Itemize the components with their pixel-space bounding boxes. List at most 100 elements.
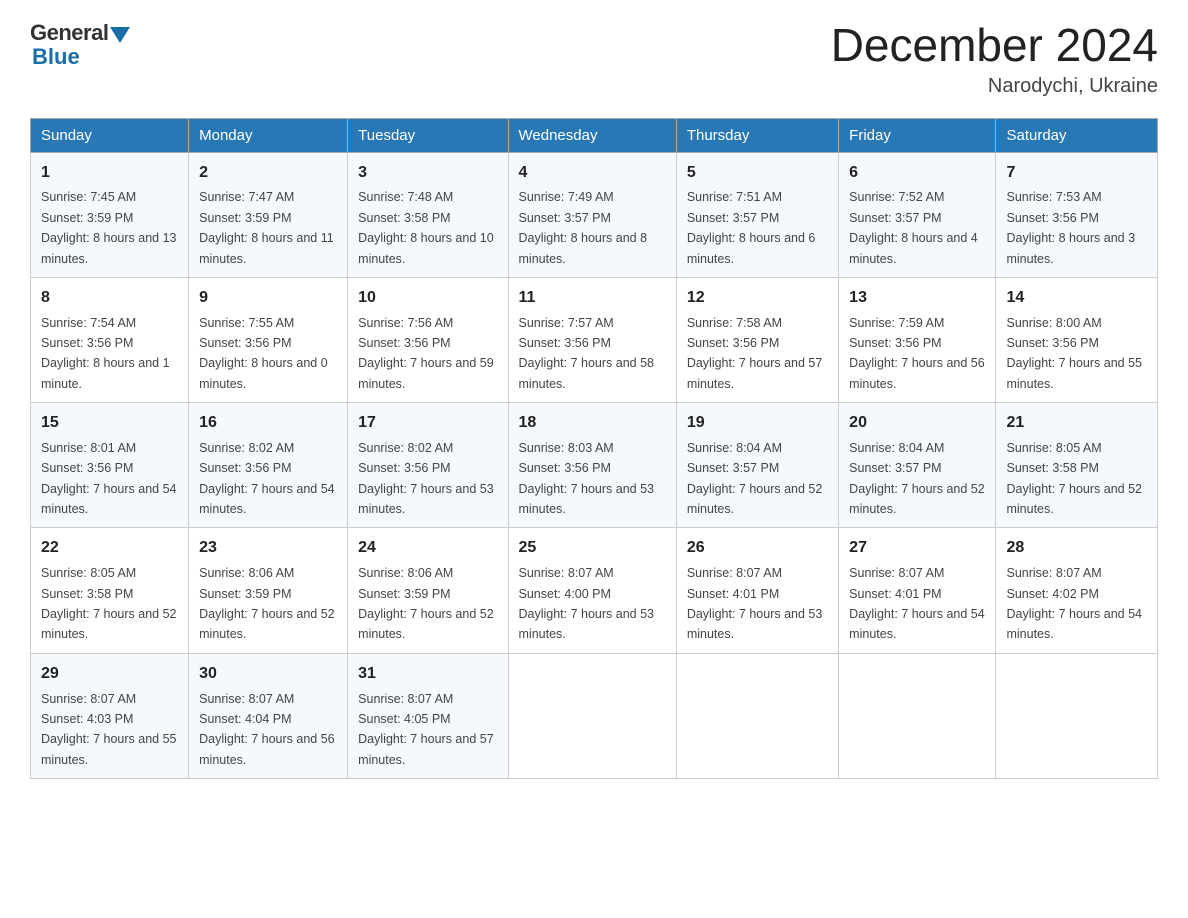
- day-info: Sunrise: 8:06 AMSunset: 3:59 PMDaylight:…: [199, 566, 335, 641]
- day-info: Sunrise: 8:05 AMSunset: 3:58 PMDaylight:…: [41, 566, 177, 641]
- calendar-cell: 13 Sunrise: 7:59 AMSunset: 3:56 PMDayligh…: [839, 277, 996, 402]
- calendar-cell: 12 Sunrise: 7:58 AMSunset: 3:56 PMDayligh…: [676, 277, 838, 402]
- calendar-cell: 31 Sunrise: 8:07 AMSunset: 4:05 PMDayligh…: [348, 653, 508, 778]
- day-info: Sunrise: 7:58 AMSunset: 3:56 PMDaylight:…: [687, 316, 823, 391]
- day-info: Sunrise: 7:53 AMSunset: 3:56 PMDaylight:…: [1006, 190, 1135, 265]
- day-info: Sunrise: 8:05 AMSunset: 3:58 PMDaylight:…: [1006, 441, 1142, 516]
- calendar-cell: 20 Sunrise: 8:04 AMSunset: 3:57 PMDayligh…: [839, 403, 996, 528]
- calendar-week-row: 29 Sunrise: 8:07 AMSunset: 4:03 PMDayligh…: [31, 653, 1158, 778]
- logo-arrow-icon: [110, 27, 130, 43]
- calendar-cell: 27Sunrise: 8:07 AMSunset: 4:01 PMDayligh…: [839, 528, 996, 653]
- calendar-cell: 23 Sunrise: 8:06 AMSunset: 3:59 PMDayligh…: [189, 528, 348, 653]
- calendar-header-row: SundayMondayTuesdayWednesdayThursdayFrid…: [31, 118, 1158, 152]
- day-info: Sunrise: 8:01 AMSunset: 3:56 PMDaylight:…: [41, 441, 177, 516]
- calendar-cell: [839, 653, 996, 778]
- page-header: General Blue December 2024 Narodychi, Uk…: [30, 20, 1158, 98]
- day-number: 13: [849, 286, 985, 311]
- day-number: 25: [519, 536, 666, 561]
- day-number: 14: [1006, 286, 1147, 311]
- day-number: 3: [358, 161, 497, 186]
- day-info: Sunrise: 8:04 AMSunset: 3:57 PMDaylight:…: [849, 441, 985, 516]
- day-info: Sunrise: 7:48 AMSunset: 3:58 PMDaylight:…: [358, 190, 494, 265]
- logo: General Blue: [30, 20, 130, 70]
- day-info: Sunrise: 8:07 AMSunset: 4:03 PMDaylight:…: [41, 692, 177, 767]
- day-number: 29: [41, 662, 178, 687]
- calendar-cell: 10Sunrise: 7:56 AMSunset: 3:56 PMDayligh…: [348, 277, 508, 402]
- day-info: Sunrise: 8:07 AMSunset: 4:00 PMDaylight:…: [519, 566, 655, 641]
- day-info: Sunrise: 8:07 AMSunset: 4:01 PMDaylight:…: [687, 566, 823, 641]
- day-info: Sunrise: 7:59 AMSunset: 3:56 PMDaylight:…: [849, 316, 985, 391]
- header-thursday: Thursday: [676, 118, 838, 152]
- location-subtitle: Narodychi, Ukraine: [831, 75, 1158, 98]
- day-info: Sunrise: 7:56 AMSunset: 3:56 PMDaylight:…: [358, 316, 494, 391]
- day-number: 9: [199, 286, 337, 311]
- calendar-cell: 18 Sunrise: 8:03 AMSunset: 3:56 PMDayligh…: [508, 403, 676, 528]
- day-info: Sunrise: 8:07 AMSunset: 4:02 PMDaylight:…: [1006, 566, 1142, 641]
- calendar-cell: 7 Sunrise: 7:53 AMSunset: 3:56 PMDaylight…: [996, 152, 1158, 277]
- header-saturday: Saturday: [996, 118, 1158, 152]
- day-number: 4: [519, 161, 666, 186]
- calendar-week-row: 1Sunrise: 7:45 AMSunset: 3:59 PMDaylight…: [31, 152, 1158, 277]
- header-monday: Monday: [189, 118, 348, 152]
- calendar-cell: 25 Sunrise: 8:07 AMSunset: 4:00 PMDayligh…: [508, 528, 676, 653]
- calendar-cell: 14 Sunrise: 8:00 AMSunset: 3:56 PMDayligh…: [996, 277, 1158, 402]
- calendar-cell: 3 Sunrise: 7:48 AMSunset: 3:58 PMDaylight…: [348, 152, 508, 277]
- calendar-cell: 26 Sunrise: 8:07 AMSunset: 4:01 PMDayligh…: [676, 528, 838, 653]
- logo-blue-text: Blue: [32, 44, 80, 70]
- day-number: 15: [41, 411, 178, 436]
- day-info: Sunrise: 8:02 AMSunset: 3:56 PMDaylight:…: [199, 441, 335, 516]
- day-number: 17: [358, 411, 497, 436]
- header-sunday: Sunday: [31, 118, 189, 152]
- day-number: 21: [1006, 411, 1147, 436]
- day-number: 8: [41, 286, 178, 311]
- day-info: Sunrise: 8:00 AMSunset: 3:56 PMDaylight:…: [1006, 316, 1142, 391]
- calendar-cell: 5 Sunrise: 7:51 AMSunset: 3:57 PMDaylight…: [676, 152, 838, 277]
- calendar-cell: 22Sunrise: 8:05 AMSunset: 3:58 PMDayligh…: [31, 528, 189, 653]
- calendar-cell: 19 Sunrise: 8:04 AMSunset: 3:57 PMDayligh…: [676, 403, 838, 528]
- header-wednesday: Wednesday: [508, 118, 676, 152]
- calendar-week-row: 22Sunrise: 8:05 AMSunset: 3:58 PMDayligh…: [31, 528, 1158, 653]
- calendar-cell: 24Sunrise: 8:06 AMSunset: 3:59 PMDayligh…: [348, 528, 508, 653]
- calendar-cell: 16 Sunrise: 8:02 AMSunset: 3:56 PMDayligh…: [189, 403, 348, 528]
- day-info: Sunrise: 8:06 AMSunset: 3:59 PMDaylight:…: [358, 566, 494, 641]
- calendar-table: SundayMondayTuesdayWednesdayThursdayFrid…: [30, 118, 1158, 779]
- day-number: 12: [687, 286, 828, 311]
- day-info: Sunrise: 8:02 AMSunset: 3:56 PMDaylight:…: [358, 441, 494, 516]
- day-number: 31: [358, 662, 497, 687]
- day-number: 1: [41, 161, 178, 186]
- calendar-cell: 1Sunrise: 7:45 AMSunset: 3:59 PMDaylight…: [31, 152, 189, 277]
- calendar-cell: 15 Sunrise: 8:01 AMSunset: 3:56 PMDayligh…: [31, 403, 189, 528]
- day-info: Sunrise: 8:04 AMSunset: 3:57 PMDaylight:…: [687, 441, 823, 516]
- calendar-cell: 30Sunrise: 8:07 AMSunset: 4:04 PMDayligh…: [189, 653, 348, 778]
- day-info: Sunrise: 7:47 AMSunset: 3:59 PMDaylight:…: [199, 190, 334, 265]
- day-info: Sunrise: 7:49 AMSunset: 3:57 PMDaylight:…: [519, 190, 648, 265]
- calendar-cell: 9Sunrise: 7:55 AMSunset: 3:56 PMDaylight…: [189, 277, 348, 402]
- day-number: 5: [687, 161, 828, 186]
- day-number: 26: [687, 536, 828, 561]
- day-number: 18: [519, 411, 666, 436]
- logo-general-text: General: [30, 20, 108, 46]
- header-tuesday: Tuesday: [348, 118, 508, 152]
- day-number: 28: [1006, 536, 1147, 561]
- calendar-cell: 28 Sunrise: 8:07 AMSunset: 4:02 PMDayligh…: [996, 528, 1158, 653]
- calendar-cell: 17 Sunrise: 8:02 AMSunset: 3:56 PMDayligh…: [348, 403, 508, 528]
- day-number: 27: [849, 536, 985, 561]
- calendar-cell: 2Sunrise: 7:47 AMSunset: 3:59 PMDaylight…: [189, 152, 348, 277]
- calendar-cell: 21 Sunrise: 8:05 AMSunset: 3:58 PMDayligh…: [996, 403, 1158, 528]
- day-number: 20: [849, 411, 985, 436]
- calendar-cell: 6 Sunrise: 7:52 AMSunset: 3:57 PMDaylight…: [839, 152, 996, 277]
- title-block: December 2024 Narodychi, Ukraine: [831, 20, 1158, 98]
- page-title: December 2024: [831, 20, 1158, 71]
- day-number: 19: [687, 411, 828, 436]
- calendar-week-row: 8Sunrise: 7:54 AMSunset: 3:56 PMDaylight…: [31, 277, 1158, 402]
- day-info: Sunrise: 7:52 AMSunset: 3:57 PMDaylight:…: [849, 190, 978, 265]
- calendar-cell: 11Sunrise: 7:57 AMSunset: 3:56 PMDayligh…: [508, 277, 676, 402]
- day-number: 6: [849, 161, 985, 186]
- day-info: Sunrise: 8:07 AMSunset: 4:05 PMDaylight:…: [358, 692, 494, 767]
- day-number: 7: [1006, 161, 1147, 186]
- day-number: 23: [199, 536, 337, 561]
- day-number: 16: [199, 411, 337, 436]
- day-number: 11: [519, 286, 666, 311]
- day-info: Sunrise: 8:03 AMSunset: 3:56 PMDaylight:…: [519, 441, 655, 516]
- day-info: Sunrise: 7:51 AMSunset: 3:57 PMDaylight:…: [687, 190, 816, 265]
